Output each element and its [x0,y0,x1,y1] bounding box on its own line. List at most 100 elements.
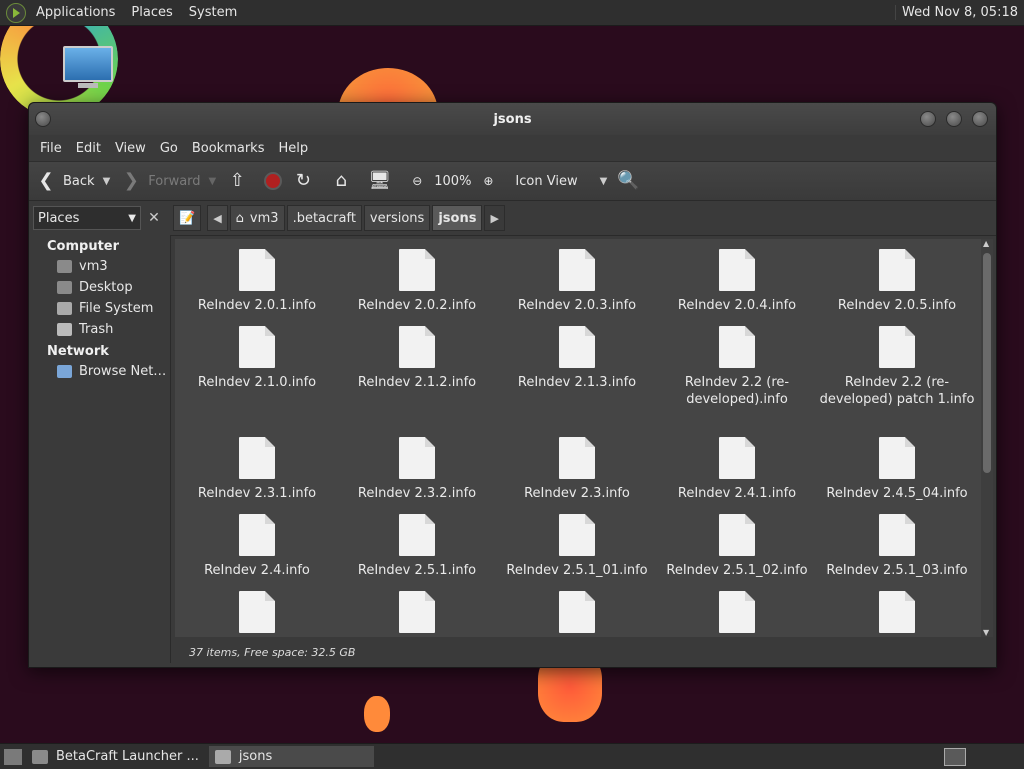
zoom-in-icon[interactable]: ⊕ [477,170,499,192]
home-icon: ⌂ [335,170,347,191]
pencil-icon: 📝 [179,210,196,226]
file-name: ReIndev 2.4.1.info [677,486,797,501]
zoom-level[interactable]: 100% [434,174,471,189]
file-item[interactable]: ReIndev 2.0.2.info [337,249,497,314]
menu-view[interactable]: View [108,141,153,156]
show-desktop-icon[interactable] [4,748,22,765]
sidebar-item-trash[interactable]: Trash [29,319,170,340]
file-item[interactable]: ReIndev 2.2 (re-developed) patch 1.info [817,326,977,408]
top-panel: Applications Places System Wed Nov 8, 05… [0,0,1024,26]
file-item[interactable]: ReIndev 2.3.2.info [337,437,497,502]
breadcrumb-versions[interactable]: versions [363,205,431,231]
search-button[interactable]: 🔍 [617,170,645,192]
breadcrumb-scroll-right[interactable]: ▶ [484,205,505,231]
chevron-right-icon: ▶ [490,211,499,225]
file-item[interactable] [177,591,337,637]
file-item[interactable]: ReIndev 2.0.3.info [497,249,657,314]
home-button[interactable]: ⌂ [330,170,358,192]
file-item[interactable] [817,591,977,637]
menu-logo-icon[interactable] [6,2,26,23]
breadcrumb-jsons[interactable]: jsons [432,205,483,231]
file-item[interactable]: ReIndev 2.4.5_04.info [817,437,977,502]
file-item[interactable]: ReIndev 2.4.1.info [657,437,817,502]
file-item[interactable]: ReIndev 2.5.1.info [337,514,497,579]
file-item[interactable]: ReIndev 2.5.1_03.info [817,514,977,579]
back-button[interactable]: ❮ Back ▼ [35,170,110,192]
document-icon [399,249,435,291]
file-item[interactable]: ReIndev 2.4.info [177,514,337,579]
title-bar[interactable]: jsons [29,103,996,135]
forward-button[interactable]: ❯ Forward ▼ [120,170,217,192]
computer-button[interactable]: 🖥 [368,170,396,192]
sidebar-heading-network: Network [47,344,109,359]
search-icon: 🔍 [617,170,640,191]
document-icon [559,437,595,479]
places-menu[interactable]: Places [123,5,180,20]
home-folder-icon: ⌂ [235,210,244,226]
scroll-down-icon[interactable]: ▼ [983,628,989,637]
file-item[interactable]: ReIndev 2.5.1_02.info [657,514,817,579]
up-button[interactable]: ⇧ [226,170,254,192]
maximize-button[interactable] [946,111,962,127]
file-view[interactable]: ReIndev 2.0.1.info ReIndev 2.0.2.info ReIn… [175,239,981,637]
back-history-dropdown-icon[interactable]: ▼ [103,176,111,187]
sidebar-item-desktop[interactable]: Desktop [29,277,170,298]
close-button[interactable] [972,111,988,127]
file-item[interactable]: ReIndev 2.1.0.info [177,326,337,391]
edit-location-button[interactable]: 📝 [173,205,202,231]
scroll-up-icon[interactable]: ▲ [983,239,989,248]
file-item[interactable]: ReIndev 2.3.1.info [177,437,337,502]
task-jsons[interactable]: jsons [208,746,374,767]
file-item[interactable]: ReIndev 2.0.5.info [817,249,977,314]
view-mode-select[interactable]: Icon View ▼ [515,174,607,189]
computer-desktop-icon[interactable] [62,46,114,90]
vertical-scrollbar[interactable]: ▲ ▼ [981,239,993,637]
file-item[interactable]: ReIndev 2.3.info [497,437,657,502]
reload-button[interactable]: ↻ [292,170,320,192]
sidebar-item-browse-network[interactable]: Browse Net… [29,361,170,382]
minimize-button[interactable] [920,111,936,127]
file-item[interactable]: ReIndev 2.1.3.info [497,326,657,391]
file-item[interactable]: ReIndev 2.0.1.info [177,249,337,314]
forward-history-dropdown-icon[interactable]: ▼ [209,176,217,187]
close-icon: ✕ [148,210,160,226]
close-sidebar-button[interactable]: ✕ [143,207,165,229]
chevron-left-icon: ◀ [213,211,222,225]
menu-go[interactable]: Go [153,141,185,156]
folder-icon [214,749,231,764]
file-item[interactable]: ReIndev 2.0.4.info [657,249,817,314]
document-icon [719,591,755,633]
file-item[interactable] [337,591,497,637]
sidebar-item-file-system[interactable]: File System [29,298,170,319]
clock[interactable]: Wed Nov 8, 05:18 [895,5,1024,20]
window-menu-icon[interactable] [35,111,51,127]
menu-bookmarks[interactable]: Bookmarks [185,141,272,156]
applications-menu[interactable]: Applications [28,5,123,20]
file-item[interactable]: ReIndev 2.1.2.info [337,326,497,391]
document-icon [239,249,275,291]
file-item[interactable] [497,591,657,637]
stop-button[interactable] [264,172,283,190]
task-betacraft-launcher[interactable]: BetaCraft Launcher ... [26,746,205,767]
file-name: ReIndev 2.0.4.info [677,298,797,313]
scroll-thumb[interactable] [983,253,991,473]
drive-icon [57,302,72,315]
document-icon [559,591,595,633]
breadcrumb-betacraft[interactable]: .betacraft [286,205,362,231]
zoom-out-icon[interactable]: ⊖ [406,170,428,192]
file-item[interactable] [657,591,817,637]
workspace-switcher[interactable] [944,747,966,766]
sidebar-heading-computer: Computer [47,239,120,254]
menu-help[interactable]: Help [271,141,315,156]
file-item[interactable]: ReIndev 2.5.1_01.info [497,514,657,579]
system-menu[interactable]: System [181,5,245,20]
places-select[interactable]: Places ▼ [33,206,141,230]
menu-file[interactable]: File [33,141,69,156]
breadcrumb-scroll-left[interactable]: ◀ [207,205,228,231]
document-icon [559,249,595,291]
file-item[interactable]: ReIndev 2.2 (re-developed).info [657,326,817,408]
sidebar-item-vm3[interactable]: vm3 [29,256,170,277]
menu-edit[interactable]: Edit [69,141,108,156]
file-name: ReIndev 2.0.5.info [837,298,957,313]
breadcrumb-vm3[interactable]: ⌂ vm3 [229,205,285,231]
